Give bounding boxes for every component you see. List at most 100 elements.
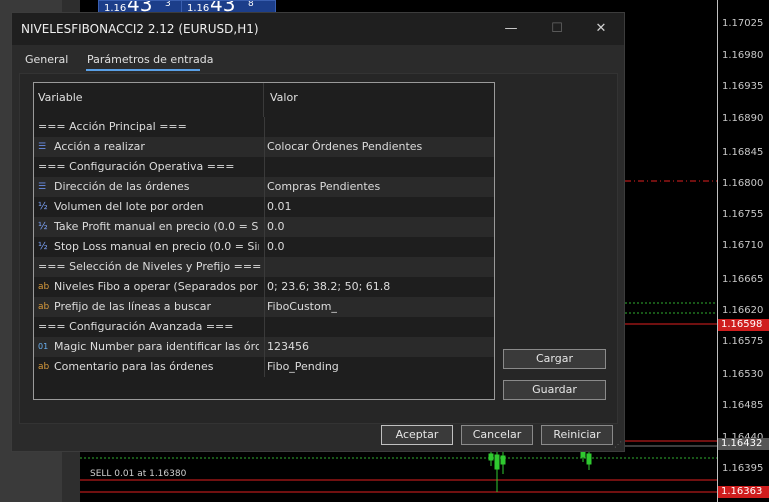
- column-header-variable[interactable]: Variable: [38, 91, 83, 104]
- variable-name: Niveles Fibo a operar (Separados por ;): [54, 280, 259, 293]
- table-row[interactable]: ab Comentario para las órdenes Fibo_Pend…: [34, 357, 494, 377]
- integer-icon: 01: [38, 342, 49, 351]
- price-tick: 1.16980: [722, 50, 764, 61]
- table-row[interactable]: ab Prefijo de las líneas a buscar FiboCu…: [34, 297, 494, 317]
- value-text: Compras Pendientes: [267, 180, 381, 193]
- value-text: 0; 23.6; 38.2; 50; 61.8: [267, 280, 391, 293]
- variable-cell: === Selección de Niveles y Prefijo ===: [34, 257, 263, 277]
- variable-cell: === Configuración Operativa ===: [34, 157, 263, 177]
- price-tick: 1.16845: [722, 147, 764, 158]
- value-cell[interactable]: 0; 23.6; 38.2; 50; 61.8: [264, 277, 494, 297]
- value-text: Colocar Órdenes Pendientes: [267, 140, 423, 153]
- price-tick: 1.16575: [722, 336, 764, 347]
- variable-cell: ☰ Dirección de las órdenes: [34, 177, 263, 197]
- variable-cell: ½ Take Profit manual en precio (0.0 = Si…: [34, 217, 263, 237]
- sell-order-label: SELL 0.01 at 1.16380: [90, 469, 187, 479]
- value-text: 0.0: [267, 240, 285, 253]
- double-icon: ½: [38, 221, 48, 232]
- tab-general[interactable]: General: [25, 53, 68, 66]
- table-row-section[interactable]: === Acción Principal ===: [34, 117, 494, 137]
- price-highlight-red: 1.16598: [718, 319, 769, 331]
- variable-cell: ab Comentario para las órdenes: [34, 357, 263, 377]
- price-tick: 1.16395: [722, 463, 764, 474]
- price-highlight-red: 1.16363: [718, 486, 769, 498]
- double-icon: ½: [38, 241, 48, 252]
- variable-name: Take Profit manual en precio (0.0 = Sin …: [54, 220, 259, 233]
- value-cell[interactable]: 0.01: [264, 197, 494, 217]
- ask-quote-sup: 8: [248, 0, 254, 9]
- price-tick: 1.16755: [722, 209, 764, 220]
- variable-cell: ☰ Acción a realizar: [34, 137, 263, 157]
- value-cell[interactable]: Colocar Órdenes Pendientes: [264, 137, 494, 157]
- variable-cell: ab Prefijo de las líneas a buscar: [34, 297, 263, 317]
- value-cell[interactable]: FiboCustom_: [264, 297, 494, 317]
- variable-name: Comentario para las órdenes: [54, 360, 214, 373]
- price-tick: 1.16485: [722, 400, 764, 411]
- reset-button[interactable]: Reiniciar: [541, 425, 613, 445]
- price-tick: 1.16665: [722, 274, 764, 285]
- price-tick: 1.16890: [722, 113, 764, 124]
- close-button[interactable]: ✕: [578, 13, 624, 45]
- title-bar[interactable]: NIVELESFIBONACCI2 2.12 (EURUSD,H1) — ☐ ✕: [12, 13, 624, 45]
- table-row[interactable]: ½ Volumen del lote por orden 0.01: [34, 197, 494, 217]
- value-cell[interactable]: 123456: [264, 337, 494, 357]
- value-cell[interactable]: 0.0: [264, 237, 494, 257]
- load-button[interactable]: Cargar: [503, 349, 606, 369]
- accept-button[interactable]: Aceptar: [381, 425, 453, 445]
- variable-name: Dirección de las órdenes: [54, 180, 190, 193]
- dialog-title: NIVELESFIBONACCI2 2.12 (EURUSD,H1): [21, 22, 259, 36]
- enum-icon: ☰: [38, 142, 47, 152]
- variable-cell: === Configuración Avanzada ===: [34, 317, 263, 337]
- price-tick: 1.16620: [722, 305, 764, 316]
- double-icon: ½: [38, 201, 48, 212]
- active-tab-indicator: [86, 69, 200, 71]
- table-row[interactable]: ☰ Acción a realizar Colocar Órdenes Pend…: [34, 137, 494, 157]
- section-label: === Configuración Operativa ===: [38, 160, 235, 173]
- minimize-button[interactable]: —: [488, 13, 534, 45]
- parameters-table[interactable]: Variable Valor === Acción Principal === …: [33, 82, 495, 400]
- value-cell[interactable]: Fibo_Pending: [264, 357, 494, 377]
- table-row-section[interactable]: === Configuración Operativa ===: [34, 157, 494, 177]
- string-icon: ab: [38, 302, 50, 312]
- maximize-button[interactable]: ☐: [534, 13, 580, 45]
- input-parameters-dialog: NIVELESFIBONACCI2 2.12 (EURUSD,H1) — ☐ ✕…: [11, 12, 625, 452]
- value-cell[interactable]: 0.0: [264, 217, 494, 237]
- cancel-button[interactable]: Cancelar: [461, 425, 533, 445]
- variable-cell: ab Niveles Fibo a operar (Separados por …: [34, 277, 263, 297]
- variable-cell: ½ Volumen del lote por orden: [34, 197, 263, 217]
- price-highlight-gray: 1.16432: [718, 438, 769, 450]
- variable-cell: ½ Stop Loss manual en precio (0.0 = Sin …: [34, 237, 263, 257]
- table-row[interactable]: ☰ Dirección de las órdenes Compras Pendi…: [34, 177, 494, 197]
- table-header: Variable Valor: [34, 83, 494, 117]
- value-cell: [264, 157, 494, 177]
- table-row[interactable]: 01 Magic Number para identificar las órd…: [34, 337, 494, 357]
- table-row[interactable]: ½ Stop Loss manual en precio (0.0 = Sin …: [34, 237, 494, 257]
- variable-cell: 01 Magic Number para identificar las órd…: [34, 337, 263, 357]
- price-tick: 1.16935: [722, 81, 764, 92]
- variable-name: Prefijo de las líneas a buscar: [54, 300, 212, 313]
- value-cell[interactable]: Compras Pendientes: [264, 177, 494, 197]
- table-row-section[interactable]: === Configuración Avanzada ===: [34, 317, 494, 337]
- string-icon: ab: [38, 362, 50, 372]
- variable-name: Volumen del lote por orden: [54, 200, 204, 213]
- string-icon: ab: [38, 282, 50, 292]
- resize-grip-icon[interactable]: ⋰: [614, 441, 622, 449]
- price-tick: 1.17025: [722, 18, 764, 29]
- save-button[interactable]: Guardar: [503, 380, 606, 400]
- value-cell: [264, 117, 494, 137]
- table-row-section[interactable]: === Selección de Niveles y Prefijo ===: [34, 257, 494, 277]
- value-text: 0.0: [267, 220, 285, 233]
- variable-name: Magic Number para identificar las órdene…: [54, 340, 259, 353]
- value-cell: [264, 257, 494, 277]
- tab-input-parameters[interactable]: Parámetros de entrada: [87, 53, 213, 66]
- column-header-value[interactable]: Valor: [270, 91, 298, 104]
- table-row[interactable]: ½ Take Profit manual en precio (0.0 = Si…: [34, 217, 494, 237]
- section-label: === Selección de Niveles y Prefijo ===: [38, 260, 262, 273]
- section-label: === Configuración Avanzada ===: [38, 320, 234, 333]
- value-text: FiboCustom_: [267, 300, 337, 313]
- column-divider: [263, 83, 264, 117]
- enum-icon: ☰: [38, 182, 47, 192]
- table-row[interactable]: ab Niveles Fibo a operar (Separados por …: [34, 277, 494, 297]
- price-tick: 1.16530: [722, 369, 764, 380]
- bid-quote-sup: 3: [165, 0, 171, 9]
